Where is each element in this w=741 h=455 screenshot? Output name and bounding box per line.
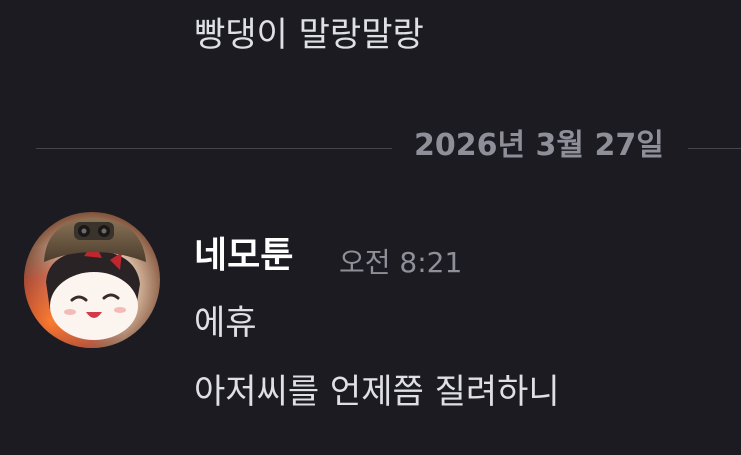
- divider-line-right: [688, 148, 741, 149]
- message-author[interactable]: 네모툰: [194, 238, 293, 274]
- message-text[interactable]: 아저씨를 언제쯤 질려하니: [194, 375, 560, 409]
- date-divider-label: 2026년 3월 27일: [414, 128, 664, 163]
- message-timestamp[interactable]: 오전 8:21: [339, 249, 462, 277]
- divider-line-left: [36, 148, 392, 149]
- avatar-icon: [24, 212, 160, 348]
- message-text[interactable]: 에휴: [194, 306, 257, 340]
- avatar[interactable]: [24, 212, 160, 348]
- previous-message-text[interactable]: 빵댕이 말랑말랑: [194, 18, 424, 52]
